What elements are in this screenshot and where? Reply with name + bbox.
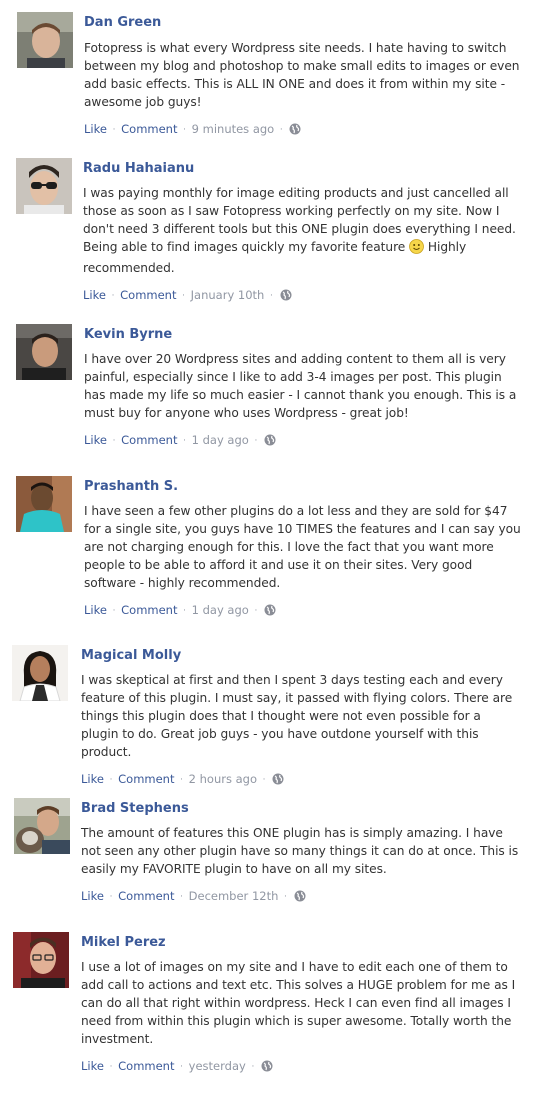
comment-body: Magical Molly I was skeptical at first a…: [81, 648, 521, 788]
globe-icon: [261, 1060, 273, 1075]
commenter-name[interactable]: Radu Hahaianu: [83, 161, 523, 177]
timestamp[interactable]: December 12th: [189, 889, 279, 903]
comment-body: Radu Hahaianu I was paying monthly for i…: [83, 161, 523, 304]
comment-actions: Like · Comment · 1 day ago ·: [84, 603, 524, 619]
like-link[interactable]: Like: [84, 122, 107, 136]
comment-text: I have seen a few other plugins do a lot…: [84, 504, 521, 590]
like-link[interactable]: Like: [81, 889, 104, 903]
comment-text: I use a lot of images on my site and I h…: [81, 960, 516, 1046]
separator: ·: [180, 1062, 183, 1072]
avatar-photo-icon: [16, 158, 72, 214]
separator: ·: [270, 291, 273, 301]
avatar[interactable]: [13, 932, 69, 988]
comment-link[interactable]: Comment: [118, 772, 174, 786]
comment-text: I have over 20 Wordpress sites and addin…: [84, 352, 517, 420]
separator: ·: [182, 291, 185, 301]
comment-body: Kevin Byrne I have over 20 Wordpress sit…: [84, 327, 524, 449]
separator: ·: [112, 436, 116, 446]
globe-icon: [280, 289, 292, 304]
comment-body: Mikel Perez I use a lot of images on my …: [81, 935, 521, 1075]
comment-link[interactable]: Comment: [121, 122, 177, 136]
comment-actions: Like · Comment · 1 day ago ·: [84, 433, 524, 449]
separator: ·: [262, 775, 266, 785]
comment-actions: Like · Comment · 9 minutes ago ·: [84, 122, 524, 138]
avatar-photo-icon: [12, 645, 68, 701]
commenter-name[interactable]: Magical Molly: [81, 648, 521, 664]
comment-text: I was skeptical at first and then I spen…: [81, 673, 513, 759]
comment-actions: Like · Comment · yesterday ·: [81, 1059, 521, 1075]
timestamp[interactable]: January 10th: [191, 288, 265, 302]
smiley-icon: [409, 239, 424, 259]
comment-text: I was paying monthly for image editing p…: [83, 184, 523, 277]
comment-actions: Like · Comment · 2 hours ago ·: [81, 772, 521, 788]
comment-actions: Like · Comment · December 12th ·: [81, 889, 521, 905]
timestamp[interactable]: 9 minutes ago: [192, 122, 275, 136]
timestamp[interactable]: 1 day ago: [192, 433, 249, 447]
separator: ·: [111, 291, 115, 301]
commenter-name[interactable]: Kevin Byrne: [84, 327, 524, 343]
timestamp[interactable]: 2 hours ago: [189, 772, 257, 786]
separator: ·: [251, 1062, 255, 1072]
avatar[interactable]: [12, 645, 68, 701]
comment-body: Prashanth S. I have seen a few other plu…: [84, 479, 524, 619]
avatar[interactable]: [17, 12, 73, 68]
avatar-photo-icon: [16, 476, 72, 532]
comment-link[interactable]: Comment: [121, 603, 177, 617]
like-link[interactable]: Like: [81, 1059, 104, 1073]
comment-link[interactable]: Comment: [118, 1059, 174, 1073]
comment-body: Dan Green Fotopress is what every Wordpr…: [84, 15, 524, 138]
avatar-photo-icon: [16, 324, 72, 380]
avatar-photo-icon: [14, 798, 70, 854]
globe-icon: [289, 123, 301, 138]
avatar[interactable]: [16, 476, 72, 532]
comment-body: Brad Stephens The amount of features thi…: [81, 801, 521, 905]
like-link[interactable]: Like: [81, 772, 104, 786]
commenter-name[interactable]: Dan Green: [84, 15, 524, 31]
timestamp[interactable]: 1 day ago: [192, 603, 249, 617]
separator: ·: [109, 892, 113, 902]
globe-icon: [264, 604, 276, 619]
separator: ·: [183, 125, 186, 135]
commenter-name[interactable]: Prashanth S.: [84, 479, 524, 495]
comment-actions: Like · Comment · January 10th ·: [83, 288, 523, 304]
avatar-photo-icon: [13, 932, 69, 988]
separator: ·: [112, 606, 116, 616]
separator: ·: [284, 892, 287, 902]
avatar[interactable]: [16, 324, 72, 380]
comment-link[interactable]: Comment: [120, 288, 176, 302]
separator: ·: [180, 775, 183, 785]
separator: ·: [109, 1062, 113, 1072]
separator: ·: [112, 125, 116, 135]
comment-link[interactable]: Comment: [118, 889, 174, 903]
timestamp[interactable]: yesterday: [189, 1059, 246, 1073]
separator: ·: [279, 125, 283, 135]
like-link[interactable]: Like: [84, 603, 107, 617]
comment-text: Fotopress is what every Wordpress site n…: [84, 41, 520, 109]
separator: ·: [180, 892, 183, 902]
separator: ·: [254, 436, 258, 446]
separator: ·: [109, 775, 113, 785]
like-link[interactable]: Like: [84, 433, 107, 447]
globe-icon: [272, 773, 284, 788]
avatar[interactable]: [14, 798, 70, 854]
like-link[interactable]: Like: [83, 288, 106, 302]
avatar[interactable]: [16, 158, 72, 214]
comment-text: The amount of features this ONE plugin h…: [81, 826, 519, 876]
separator: ·: [183, 606, 186, 616]
globe-icon: [264, 434, 276, 449]
commenter-name[interactable]: Mikel Perez: [81, 935, 521, 951]
comment-link[interactable]: Comment: [121, 433, 177, 447]
separator: ·: [183, 436, 186, 446]
commenter-name[interactable]: Brad Stephens: [81, 801, 521, 817]
avatar-photo-icon: [17, 12, 73, 68]
separator: ·: [254, 606, 258, 616]
globe-icon: [294, 890, 306, 905]
